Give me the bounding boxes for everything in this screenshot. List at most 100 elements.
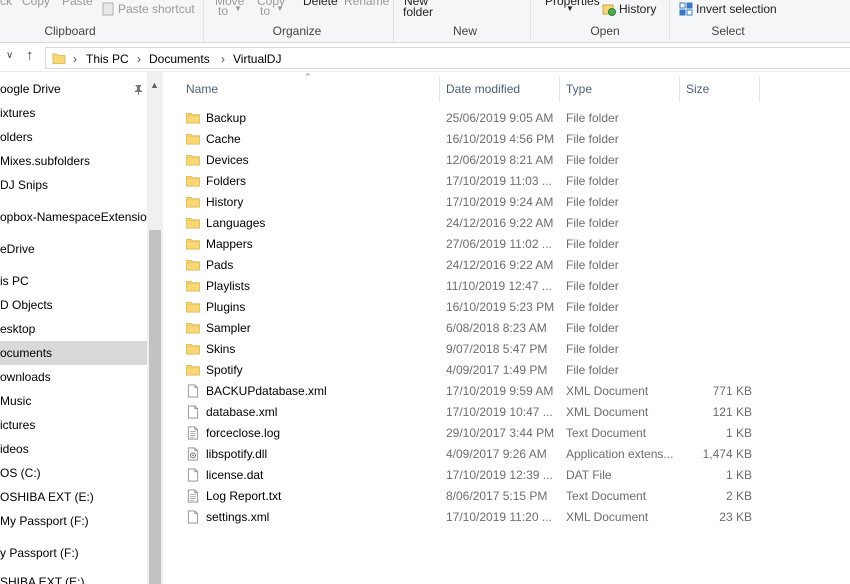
history-icon bbox=[602, 4, 616, 16]
nav-item-3d-objects[interactable]: D Objects bbox=[0, 293, 147, 317]
table-row[interactable]: Plugins 16/10/2019 5:23 PM File folder bbox=[185, 297, 765, 318]
breadcrumb-separator-icon[interactable]: › bbox=[221, 52, 225, 66]
table-row[interactable]: Log Report.txt 8/06/2017 5:15 PM Text Docu… bbox=[185, 486, 765, 507]
nav-scrollbar-thumb[interactable] bbox=[149, 230, 161, 584]
file-name: BACKUPdatabase.xml bbox=[206, 384, 327, 398]
table-row[interactable]: Spotify 4/09/2017 1:49 PM File folder bbox=[185, 360, 765, 381]
table-row[interactable]: Languages 24/12/2016 9:22 AM File folder bbox=[185, 213, 765, 234]
cut-button[interactable]: ck bbox=[0, 0, 12, 8]
history-button[interactable]: History bbox=[602, 2, 656, 16]
nav-item-label: ocuments bbox=[0, 346, 53, 360]
column-header-name[interactable]: Name bbox=[186, 82, 218, 96]
column-divider[interactable] bbox=[759, 76, 760, 102]
table-row[interactable]: Backup 25/06/2019 9:05 AM File folder bbox=[185, 108, 765, 129]
file-name: Pads bbox=[206, 258, 234, 272]
nav-item-os-c[interactable]: OS (C:) bbox=[0, 461, 147, 485]
file-type: File folder bbox=[566, 363, 619, 377]
table-row[interactable]: Mappers 27/06/2019 11:02 ... File folder bbox=[185, 234, 765, 255]
file-name: Devices bbox=[206, 153, 249, 167]
nav-item-dj-snips[interactable]: DJ Snips bbox=[0, 173, 147, 197]
file-name: Cache bbox=[206, 132, 241, 146]
ribbon-divider bbox=[203, 0, 204, 42]
navigation-pane: oogle Drive ixtures olders Mixes.subfold… bbox=[0, 72, 163, 584]
table-row[interactable]: forceclose.log 29/10/2017 3:44 PM Text Doc… bbox=[185, 423, 765, 444]
nav-item-documents[interactable]: ocuments bbox=[0, 341, 147, 365]
delete-button[interactable]: Delete bbox=[303, 0, 338, 8]
table-row[interactable]: History 17/10/2019 9:24 AM File folder bbox=[185, 192, 765, 213]
sort-ascending-icon: ⌃ bbox=[304, 72, 312, 82]
nav-item-fixtures[interactable]: ixtures bbox=[0, 101, 147, 125]
column-divider[interactable] bbox=[679, 76, 680, 102]
ribbon-divider bbox=[530, 0, 531, 42]
group-new: New bbox=[452, 24, 477, 38]
file-date-modified: 16/10/2019 4:56 PM bbox=[446, 132, 555, 146]
file-date-modified: 24/12/2016 9:22 AM bbox=[446, 216, 554, 230]
column-header-size[interactable]: Size bbox=[686, 82, 709, 96]
paste-shortcut-icon bbox=[102, 2, 114, 16]
table-row[interactable]: Playlists 11/10/2019 12:47 ... File folder bbox=[185, 276, 765, 297]
table-row[interactable]: libspotify.dll 4/09/2017 9:26 AM Applicati… bbox=[185, 444, 765, 465]
ribbon: ck Copy Paste Paste shortcut Clipboard M… bbox=[0, 0, 850, 43]
nav-item-folders[interactable]: olders bbox=[0, 125, 147, 149]
nav-item-my-passport-f[interactable]: My Passport (F:) bbox=[0, 509, 147, 533]
column-header-type[interactable]: Type bbox=[566, 82, 592, 96]
column-header-date[interactable]: Date modified bbox=[446, 82, 520, 96]
copy-to-label: to bbox=[260, 4, 271, 18]
table-row[interactable]: license.dat 17/10/2019 12:39 ... DAT File 1… bbox=[185, 465, 765, 486]
nav-item-music[interactable]: Music bbox=[0, 389, 147, 413]
nav-item-google-drive[interactable]: oogle Drive bbox=[0, 77, 147, 101]
table-row[interactable]: Sampler 6/08/2018 8:23 AM File folder bbox=[185, 318, 765, 339]
file-size: 23 KB bbox=[719, 510, 752, 524]
table-row[interactable]: BACKUPdatabase.xml 17/10/2019 9:59 AM XML … bbox=[185, 381, 765, 402]
up-arrow-icon[interactable]: ↑ bbox=[26, 47, 34, 64]
paste-button[interactable]: Paste bbox=[62, 0, 93, 8]
table-row[interactable]: settings.xml 17/10/2019 11:20 ... XML Docu… bbox=[185, 507, 765, 528]
column-divider[interactable] bbox=[559, 76, 560, 102]
file-type: File folder bbox=[566, 111, 619, 125]
breadcrumb-this-pc[interactable]: This PC bbox=[86, 52, 129, 66]
file-date-modified: 12/06/2019 8:21 AM bbox=[446, 153, 554, 167]
paste-shortcut-button[interactable]: Paste shortcut bbox=[101, 2, 195, 16]
nav-item-this-pc[interactable]: is PC bbox=[0, 269, 147, 293]
address-bar[interactable]: › This PC › Documents › VirtualDJ bbox=[45, 47, 850, 69]
nav-scrollbar[interactable]: ▲ bbox=[147, 72, 163, 584]
nav-item-desktop[interactable]: esktop bbox=[0, 317, 147, 341]
table-row[interactable]: Skins 9/07/2018 5:47 PM File folder bbox=[185, 339, 765, 360]
table-row[interactable]: Pads 24/12/2016 9:22 AM File folder bbox=[185, 255, 765, 276]
file-icon bbox=[187, 510, 199, 524]
breadcrumb-virtualdj[interactable]: VirtualDJ bbox=[233, 52, 281, 66]
nav-item-toshiba-ext-e[interactable]: OSHIBA EXT (E:) bbox=[0, 485, 147, 509]
nav-item-dropbox-namespace[interactable]: opbox-NamespaceExtension bbox=[0, 205, 153, 229]
file-name: Log Report.txt bbox=[206, 489, 282, 503]
table-row[interactable]: Cache 16/10/2019 4:56 PM File folder bbox=[185, 129, 765, 150]
copy-button[interactable]: Copy bbox=[22, 0, 50, 8]
invert-selection-button[interactable]: Invert selection bbox=[679, 2, 777, 16]
table-row[interactable]: Devices 12/06/2019 8:21 AM File folder bbox=[185, 150, 765, 171]
file-name: History bbox=[206, 195, 244, 209]
nav-item-onedrive[interactable]: eDrive bbox=[0, 237, 147, 261]
table-row[interactable]: database.xml 17/10/2019 10:47 ... XML Docu… bbox=[185, 402, 765, 423]
nav-item-mixes-subfolders[interactable]: Mixes.subfolders bbox=[0, 149, 147, 173]
file-type: File folder bbox=[566, 279, 619, 293]
nav-item-label: eDrive bbox=[0, 242, 35, 256]
file-date-modified: 6/08/2018 8:23 AM bbox=[446, 321, 547, 335]
file-name: libspotify.dll bbox=[206, 447, 268, 461]
breadcrumb-separator-icon[interactable]: › bbox=[137, 52, 141, 66]
nav-item-my-passport-f-root[interactable]: y Passport (F:) bbox=[0, 541, 147, 565]
recent-locations-chevron-icon[interactable]: ∨ bbox=[6, 50, 13, 61]
table-row[interactable]: Folders 17/10/2019 11:03 ... File folder bbox=[185, 171, 765, 192]
nav-item-label: olders bbox=[0, 130, 33, 144]
nav-item-toshiba-ext-e-root[interactable]: SHIBA EXT (E:) bbox=[0, 570, 147, 584]
breadcrumb-documents[interactable]: Documents bbox=[149, 52, 210, 66]
nav-item-label: OSHIBA EXT (E:) bbox=[0, 490, 94, 504]
column-divider[interactable] bbox=[439, 76, 440, 102]
nav-item-videos[interactable]: ideos bbox=[0, 437, 147, 461]
rename-button[interactable]: Rename bbox=[344, 0, 389, 8]
nav-item-pictures[interactable]: ictures bbox=[0, 413, 147, 437]
scroll-up-arrow-icon[interactable]: ▲ bbox=[150, 80, 159, 90]
breadcrumb-separator-icon[interactable]: › bbox=[73, 52, 77, 66]
file-type: Text Document bbox=[566, 426, 647, 440]
nav-item-downloads[interactable]: ownloads bbox=[0, 365, 147, 389]
file-type: File folder bbox=[566, 174, 619, 188]
file-date-modified: 17/10/2019 10:47 ... bbox=[446, 405, 553, 419]
